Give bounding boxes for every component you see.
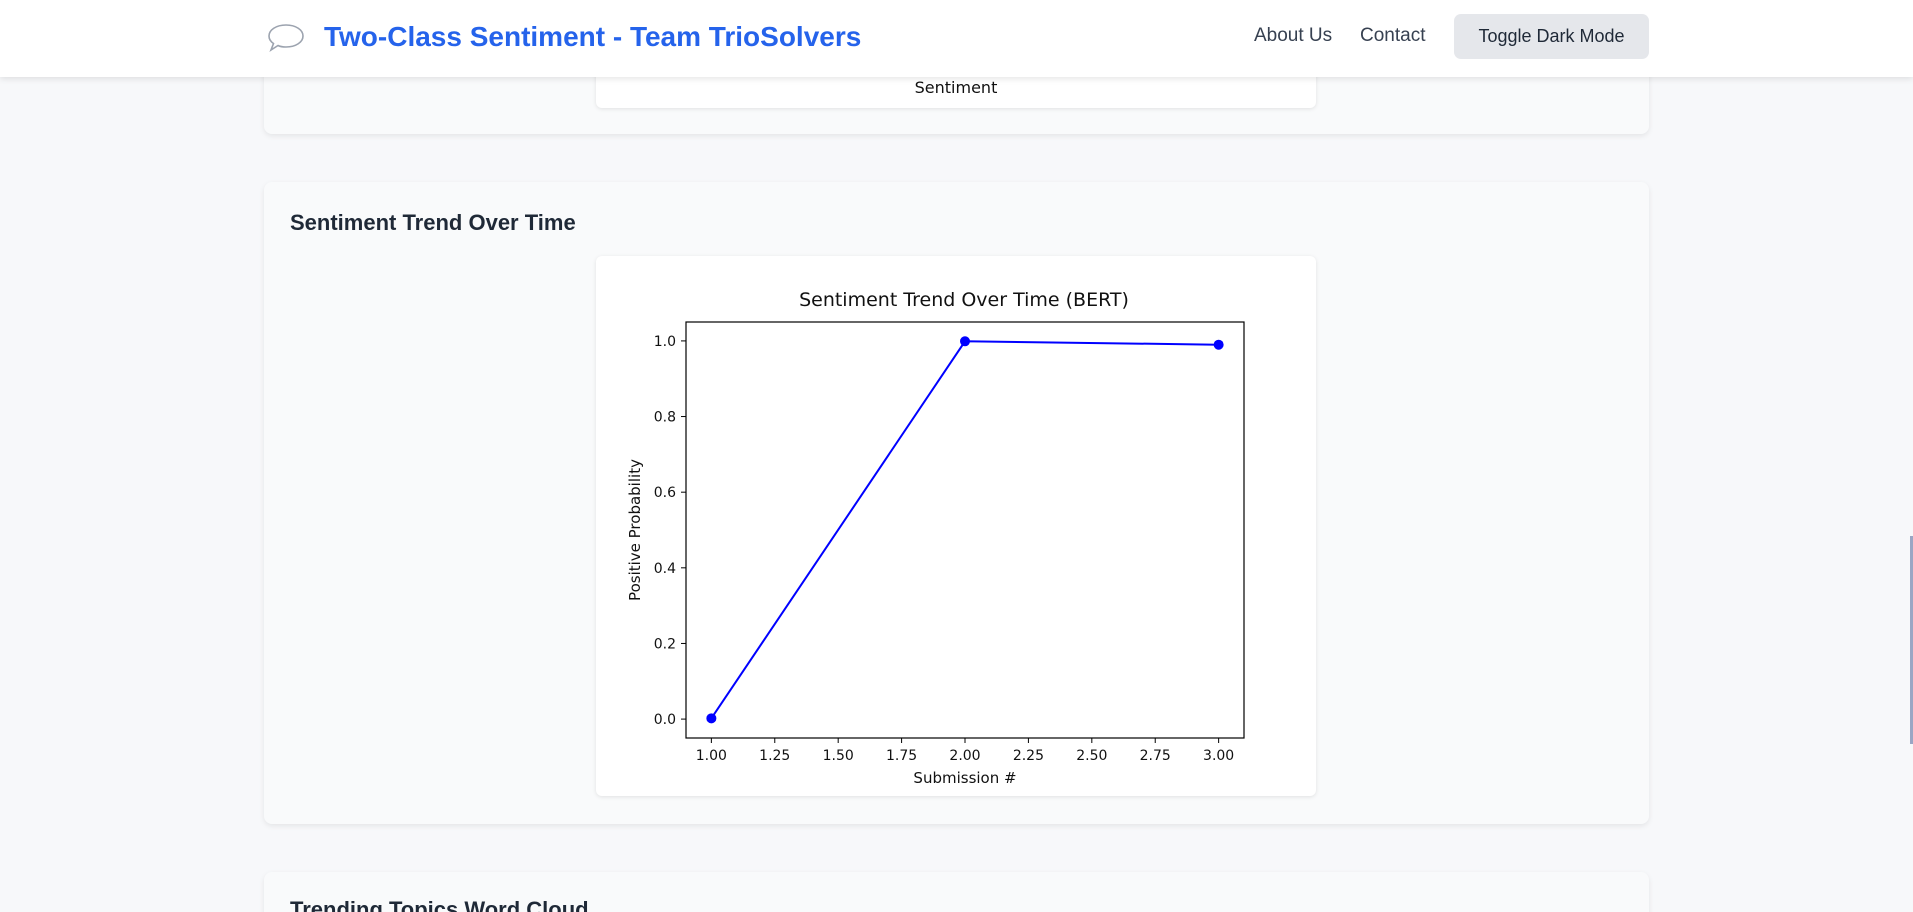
data-point — [960, 336, 970, 347]
nav-link-about-us[interactable]: About Us — [1254, 25, 1332, 47]
speech-bubble-icon — [266, 20, 306, 54]
navbar: Two-Class Sentiment - Team TrioSolvers A… — [0, 0, 1913, 77]
x-tick-label: 1.25 — [759, 748, 790, 764]
y-tick-label: 0.4 — [654, 561, 676, 577]
toggle-dark-mode-button[interactable]: Toggle Dark Mode — [1454, 14, 1649, 59]
data-point — [706, 713, 717, 724]
plot-area — [685, 321, 1245, 739]
nav-link-contact[interactable]: Contact — [1360, 25, 1425, 47]
y-axis-label: Positive Probability — [626, 459, 644, 601]
x-tick-label: 1.50 — [823, 748, 854, 764]
y-tick-label: 0.2 — [654, 636, 676, 652]
data-point — [1213, 339, 1224, 350]
app-title[interactable]: Two-Class Sentiment - Team TrioSolvers — [324, 21, 861, 53]
y-tick-label: 1.0 — [654, 334, 676, 350]
sentiment-trend-chart-panel: Sentiment Trend Over Time (BERT) 1.00 1.2… — [596, 256, 1316, 796]
x-tick-label: 2.25 — [1013, 748, 1044, 764]
x-tick-label: 3.00 — [1203, 748, 1234, 764]
x-tick-label: 1.00 — [696, 748, 727, 764]
y-tick-label: 0.6 — [654, 485, 676, 501]
section-title-word-cloud: Trending Topics Word Cloud — [290, 897, 589, 912]
x-axis-label: Submission # — [913, 769, 1016, 787]
previous-chart-xlabel: Sentiment — [914, 78, 998, 97]
y-tick-label: 0.8 — [654, 410, 676, 426]
sentiment-trend-chart: Sentiment Trend Over Time (BERT) 1.00 1.2… — [626, 289, 1245, 787]
y-tick-label: 0.0 — [654, 712, 676, 728]
x-tick-label: 1.75 — [886, 748, 917, 764]
x-tick-label: 2.50 — [1076, 748, 1107, 764]
x-tick-label: 2.00 — [949, 748, 980, 764]
section-title-sentiment-trend: Sentiment Trend Over Time — [290, 210, 576, 235]
x-tick-label: 2.75 — [1140, 748, 1171, 764]
chart-title: Sentiment Trend Over Time (BERT) — [799, 289, 1129, 311]
